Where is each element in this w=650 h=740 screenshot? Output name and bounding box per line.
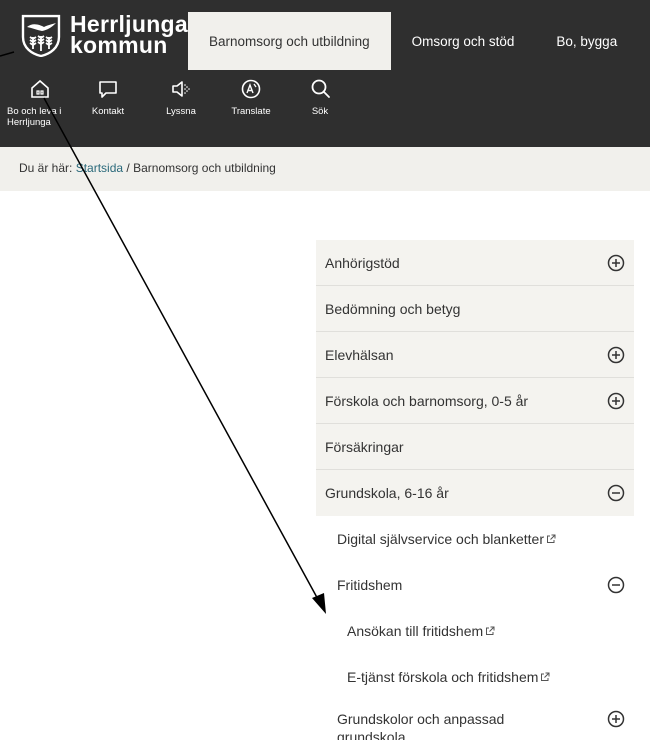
breadcrumb-home-link[interactable]: Startsida [76, 161, 123, 175]
tool-sok[interactable]: Sök [276, 78, 364, 147]
menu-item-ansokan-fritidshem[interactable]: Ansökan till fritidshem [316, 608, 634, 654]
menu-item-digital-sjalvservice[interactable]: Digital självservice och blanketter [316, 516, 634, 562]
menu-item-label: Grundskola, 6-16 år [325, 485, 449, 501]
menu-item-label: Anhörigstöd [325, 254, 400, 271]
external-link-icon [546, 534, 556, 543]
menu-item-label: E-tjänst förskola och fritidshem [347, 669, 539, 685]
logo-line-2: kommun [69, 32, 168, 58]
external-link-icon [541, 672, 550, 681]
nav-tab-bo-bygga[interactable]: Bo, bygga [535, 12, 638, 70]
menu-item-forsakringar[interactable]: Försäkringar [316, 424, 634, 470]
external-link-icon [486, 626, 495, 635]
collapse-minus-icon[interactable] [607, 484, 625, 502]
menu-item-bedomning[interactable]: Bedömning och betyg [316, 286, 634, 332]
menu-item-grundskolor[interactable]: Grundskolor och anpassad grundskola [316, 700, 634, 740]
tool-label: Lyssna [166, 106, 196, 117]
menu-item-label: Ansökan till fritidshem [347, 623, 484, 639]
menu-item-label: Elevhälsan [325, 346, 394, 363]
tool-translate[interactable]: Translate [226, 78, 276, 147]
menu-item-forskola[interactable]: Förskola och barnomsorg, 0-5 år [316, 378, 634, 424]
home-icon [31, 79, 49, 98]
breadcrumb-prefix: Du är här: [19, 161, 73, 175]
translate-icon [241, 79, 261, 99]
coat-of-arms-icon [21, 14, 61, 57]
tool-label: Sök [311, 106, 329, 117]
tool-lyssna[interactable]: Lyssna [136, 78, 226, 147]
menu-item-label: Digital självservice och blanketter [337, 531, 544, 547]
tool-label: Kontakt [91, 106, 125, 117]
tool-kontakt[interactable]: Kontakt [80, 78, 136, 147]
nav-tab-barnomsorg[interactable]: Barnomsorg och utbildning [188, 12, 391, 70]
menu-item-anhorigstod[interactable]: Anhörigstöd [316, 240, 634, 286]
menu-item-label: Bedömning och betyg [325, 300, 461, 317]
tool-bo-och-leva[interactable]: Bo och leva i Herrljunga [0, 78, 80, 147]
expand-plus-icon[interactable] [607, 392, 625, 410]
site-logo[interactable]: Herrljunga kommun [0, 0, 188, 70]
logo-wordmark: Herrljunga kommun [69, 13, 188, 58]
speaker-icon [172, 81, 190, 97]
chat-icon [99, 81, 117, 98]
menu-item-label: Grundskolor och anpassad grundskola [337, 711, 505, 740]
search-icon [311, 79, 330, 98]
menu-item-elevhalsan[interactable]: Elevhälsan [316, 332, 634, 378]
expand-plus-icon[interactable] [607, 346, 625, 364]
main-navigation: Barnomsorg och utbildning Omsorg och stö… [188, 12, 638, 70]
menu-item-label: Försäkringar [325, 438, 404, 455]
breadcrumb: Du är här: Startsida / Barnomsorg och ut… [0, 147, 650, 191]
breadcrumb-current: Barnomsorg och utbildning [133, 161, 276, 175]
expand-plus-icon[interactable] [607, 254, 625, 272]
menu-item-grundskola[interactable]: Grundskola, 6-16 år [316, 470, 634, 516]
nav-tab-omsorg[interactable]: Omsorg och stöd [391, 12, 536, 70]
tool-label: Translate [231, 106, 271, 117]
menu-item-label: Förskola och barnomsorg, 0-5 år [325, 392, 529, 409]
site-header: Herrljunga kommun Barnomsorg och utbildn… [0, 0, 650, 147]
tool-label: Bo och leva i Herrljunga [7, 106, 62, 128]
expand-plus-icon[interactable] [607, 710, 625, 728]
breadcrumb-separator: / [126, 161, 130, 175]
menu-item-label: Fritidshem [337, 577, 403, 593]
menu-item-etjanst-forskola[interactable]: E-tjänst förskola och fritidshem [316, 654, 634, 700]
menu-item-fritidshem[interactable]: Fritidshem [316, 562, 634, 608]
tool-bar: Bo och leva i Herrljunga Kontakt Lyssna … [0, 78, 364, 147]
collapse-minus-icon[interactable] [607, 576, 625, 594]
section-menu: Anhörigstöd Bedömning och betyg Elevhäls… [316, 240, 634, 740]
